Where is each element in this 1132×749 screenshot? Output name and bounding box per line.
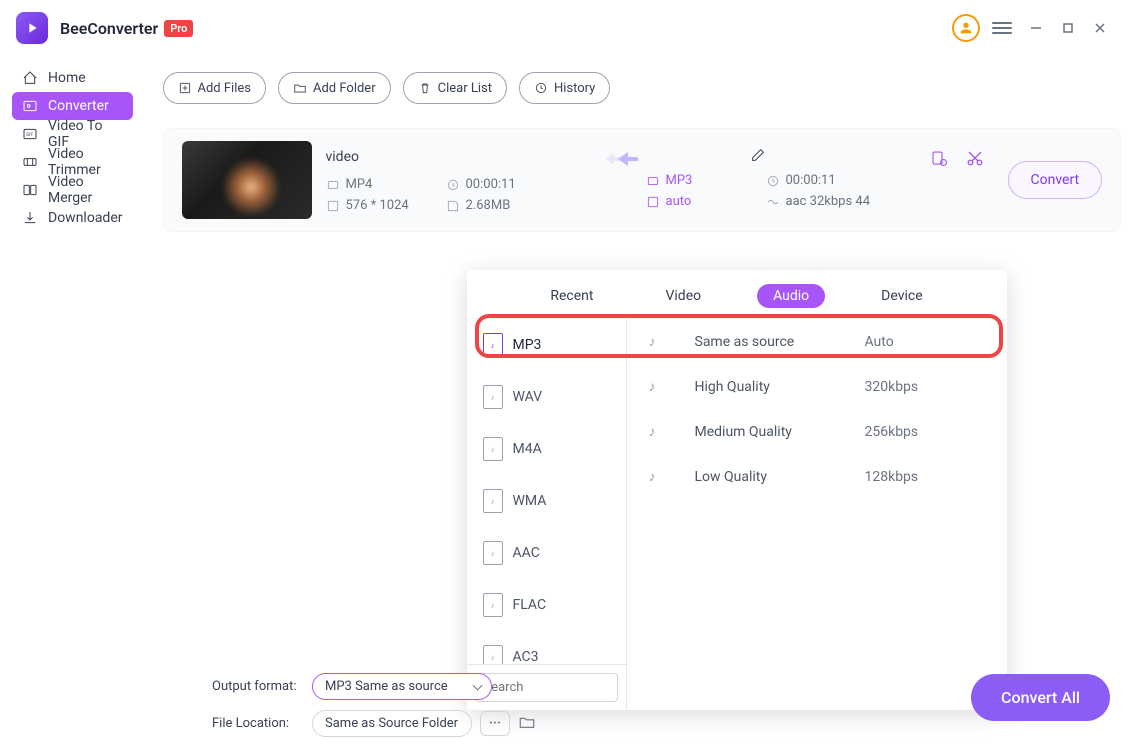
quality-row-high[interactable]: ♪ High Quality 320kbps (627, 364, 1007, 409)
trimmer-icon (22, 154, 38, 170)
sidebar-item-label: Video Merger (48, 174, 123, 206)
quality-row-same[interactable]: ♪ Same as source Auto (627, 319, 1007, 364)
dst-codec: aac 32kbps 44 (786, 194, 871, 209)
convert-button[interactable]: Convert (1008, 161, 1103, 199)
add-files-button[interactable]: Add Files (163, 72, 266, 104)
format-popover: Recent Video Audio Device ♪MP3 ♪WAV ♪M4A… (467, 270, 1007, 710)
src-format: MP4 (346, 177, 373, 192)
music-icon: ♪ (649, 468, 665, 485)
tab-device[interactable]: Device (865, 284, 938, 308)
popover-tabs: Recent Video Audio Device (467, 270, 1007, 318)
file-title: video (326, 149, 360, 165)
tab-recent[interactable]: Recent (534, 284, 609, 308)
src-size: 2.68MB (466, 198, 511, 213)
audio-file-icon: ♪ (483, 541, 503, 565)
audio-file-icon: ♪ (483, 437, 503, 461)
convert-all-button[interactable]: Convert All (971, 674, 1110, 721)
menu-icon[interactable] (992, 18, 1012, 38)
sidebar-item-label: Home (48, 70, 86, 86)
merger-icon (22, 182, 38, 198)
audio-file-icon: ♪ (483, 385, 503, 409)
titlebar: BeeConverter Pro (0, 0, 1132, 56)
home-icon (22, 70, 38, 86)
quality-row-medium[interactable]: ♪ Medium Quality 256kbps (627, 409, 1007, 454)
format-item-m4a[interactable]: ♪M4A (467, 423, 627, 475)
sidebar-item-downloader[interactable]: Downloader (12, 204, 133, 232)
format-item-aac[interactable]: ♪AAC (467, 527, 627, 579)
file-location-input[interactable]: Same as Source Folder (312, 710, 472, 737)
user-avatar-icon[interactable] (952, 14, 980, 42)
clear-list-button[interactable]: Clear List (403, 72, 507, 104)
format-item-wav[interactable]: ♪WAV (467, 371, 627, 423)
content-area: Add Files Add Folder Clear List History … (145, 56, 1132, 659)
minimize-button[interactable] (1020, 12, 1052, 44)
trim-icon[interactable] (966, 149, 984, 171)
arrow-convert-icon (606, 147, 646, 213)
dst-preset: auto (666, 194, 692, 209)
music-icon: ♪ (649, 378, 665, 395)
src-duration: 00:00:11 (466, 177, 516, 192)
music-icon: ♪ (649, 333, 665, 350)
src-resolution: 576 * 1024 (346, 198, 409, 213)
sidebar-item-video-to-gif[interactable]: GIF Video To GIF (12, 120, 133, 148)
footer: Output format: MP3 Same as source File L… (0, 661, 1132, 749)
file-settings-icon[interactable] (930, 149, 948, 171)
add-folder-button[interactable]: Add Folder (278, 72, 391, 104)
sidebar: Home Converter GIF Video To GIF Video Tr… (0, 56, 145, 659)
sidebar-item-converter[interactable]: Converter (12, 92, 133, 120)
sidebar-item-home[interactable]: Home (12, 64, 133, 92)
format-item-flac[interactable]: ♪FLAC (467, 579, 627, 631)
converter-icon (22, 98, 38, 114)
browse-button[interactable]: ··· (480, 711, 510, 736)
audio-file-icon: ♪ (483, 593, 503, 617)
quality-row-low[interactable]: ♪ Low Quality 128kbps (627, 454, 1007, 499)
tab-audio[interactable]: Audio (757, 284, 825, 308)
format-list[interactable]: ♪MP3 ♪WAV ♪M4A ♪WMA ♪AAC ♪FLAC ♪AC3 (467, 319, 627, 664)
tab-video[interactable]: Video (649, 284, 717, 308)
download-icon (22, 210, 38, 226)
file-card: video MP4 00:00:11 576 * 1024 2.68MB (163, 128, 1122, 232)
close-button[interactable] (1084, 12, 1116, 44)
edit-title-icon[interactable] (750, 147, 766, 167)
gif-icon: GIF (22, 126, 38, 142)
dst-duration: 00:00:11 (786, 173, 836, 188)
app-logo (16, 12, 48, 44)
output-format-label: Output format: (212, 679, 312, 694)
format-item-mp3[interactable]: ♪MP3 (467, 319, 627, 371)
audio-file-icon: ♪ (483, 333, 503, 357)
quality-list: ♪ Same as source Auto ♪ High Quality 320… (627, 319, 1007, 710)
dst-format: MP3 (666, 173, 693, 188)
video-thumbnail[interactable] (182, 141, 312, 219)
maximize-button[interactable] (1052, 12, 1084, 44)
audio-file-icon: ♪ (483, 489, 503, 513)
format-item-ac3[interactable]: ♪AC3 (467, 631, 627, 664)
sidebar-item-label: Converter (48, 98, 109, 114)
sidebar-item-label: Downloader (48, 210, 123, 226)
sidebar-item-video-trimmer[interactable]: Video Trimmer (12, 148, 133, 176)
format-item-wma[interactable]: ♪WMA (467, 475, 627, 527)
pro-badge: Pro (164, 20, 193, 37)
history-button[interactable]: History (519, 72, 610, 104)
file-location-label: File Location: (212, 716, 312, 731)
sidebar-item-video-merger[interactable]: Video Merger (12, 176, 133, 204)
output-format-select[interactable]: MP3 Same as source (312, 673, 492, 700)
svg-text:GIF: GIF (26, 132, 33, 138)
app-name: BeeConverter (60, 19, 158, 38)
toolbar: Add Files Add Folder Clear List History (163, 72, 1122, 104)
open-folder-icon[interactable] (518, 713, 536, 735)
music-icon: ♪ (649, 423, 665, 440)
